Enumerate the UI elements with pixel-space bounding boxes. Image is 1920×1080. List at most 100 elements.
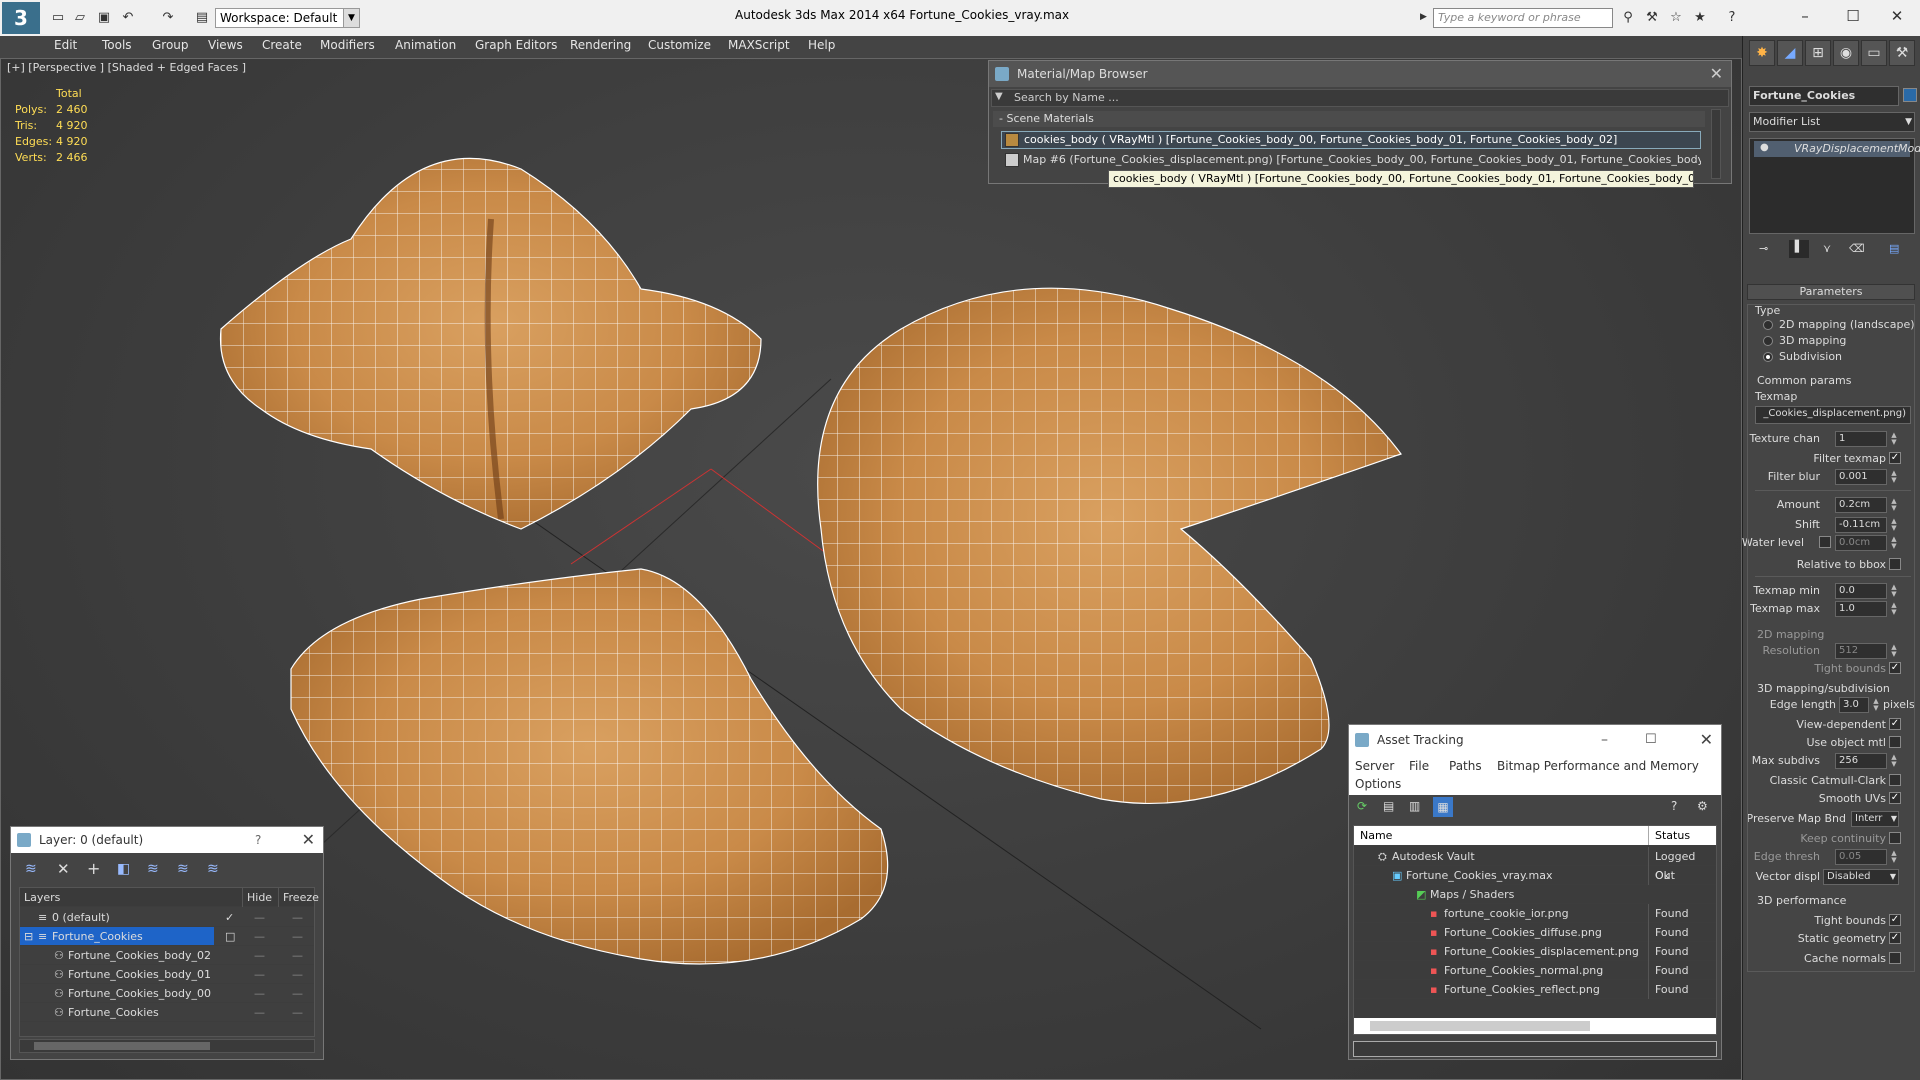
close-icon[interactable]: ✕ <box>1700 725 1713 755</box>
menu-rendering[interactable]: Rendering <box>570 38 631 52</box>
asset-name[interactable]: Fortune_Cookies_normal.png <box>1444 961 1603 980</box>
layer-name[interactable]: Fortune_Cookies_body_01 <box>68 965 211 984</box>
fortune-cookie-body-02[interactable] <box>219 157 762 530</box>
layer-name[interactable]: Fortune_Cookies_body_02 <box>68 946 211 965</box>
open-file-icon[interactable]: ▱ <box>72 10 88 26</box>
asset-row[interactable]: ▪ Fortune_Cookies_normal.png Found <box>1354 961 1716 980</box>
help-icon[interactable]: ? <box>1671 799 1677 813</box>
tree-view-icon[interactable]: ▥ <box>1409 799 1420 813</box>
texture-chan-input[interactable]: 1 <box>1835 431 1887 447</box>
display-tab-icon[interactable]: ▭ <box>1861 40 1887 66</box>
current-layer-check[interactable]: □ <box>225 927 235 946</box>
filter-blur-input[interactable]: 0.001 <box>1835 469 1887 485</box>
texmap-button[interactable]: _Cookies_displacement.png) <box>1755 406 1911 424</box>
freeze-toggle[interactable]: — <box>292 908 303 927</box>
close-icon[interactable]: ✕ <box>1710 61 1723 87</box>
layer-window-titlebar[interactable]: Layer: 0 (default) ? ✕ <box>11 827 323 853</box>
static-geometry-checkbox[interactable]: ✓ <box>1889 932 1901 944</box>
type-3d-radio[interactable] <box>1763 336 1773 346</box>
menu-help[interactable]: Help <box>808 38 835 52</box>
texmap-min-spinner[interactable]: ▲ ▼ <box>1889 584 1899 598</box>
layer-name[interactable]: Fortune_Cookies <box>52 927 143 946</box>
collapse-icon[interactable]: ⊟ <box>24 927 33 946</box>
parameters-rollout[interactable]: Parameters <box>1747 284 1915 300</box>
show-end-result-icon[interactable]: ▌ <box>1789 240 1809 258</box>
menu-bitmap-performance[interactable]: Bitmap Performance and Memory <box>1497 759 1699 773</box>
amount-spinner[interactable]: ▲ ▼ <box>1889 498 1899 512</box>
material-item-cookies-body[interactable]: cookies_body ( VRayMtl ) [Fortune_Cookie… <box>1001 131 1701 149</box>
menu-group[interactable]: Group <box>152 38 189 52</box>
material-browser-scrollbar[interactable] <box>1711 109 1721 179</box>
app-logo-icon[interactable]: 3 <box>2 2 40 34</box>
menu-file[interactable]: File <box>1409 759 1429 773</box>
asset-name[interactable]: fortune_cookie_ior.png <box>1444 904 1569 923</box>
expand-arrow-icon[interactable]: ▶ <box>1420 12 1427 22</box>
highlight-layer-icon[interactable]: ≋ <box>147 861 159 877</box>
freeze-all-icon[interactable]: ≋ <box>207 861 219 877</box>
water-level-input[interactable]: 0.0cm <box>1835 535 1887 551</box>
edge-thresh-spinner[interactable]: ▲ ▼ <box>1889 850 1899 864</box>
filter-texmap-checkbox[interactable]: ✓ <box>1889 452 1901 464</box>
layer-row[interactable]: ⚇ Fortune_Cookies_body_01 — — <box>20 965 314 984</box>
menu-modifiers[interactable]: Modifiers <box>320 38 375 52</box>
chevron-down-icon[interactable]: ▼ <box>1891 812 1897 826</box>
asset-name[interactable]: Fortune_Cookies_vray.max <box>1406 866 1552 885</box>
material-browser-titlebar[interactable]: Material/Map Browser ✕ <box>989 61 1731 87</box>
object-color-swatch[interactable] <box>1903 88 1917 102</box>
modifier-list-dropdown[interactable]: Modifier List ▼ <box>1749 112 1915 132</box>
texture-chan-spinner[interactable]: ▲ ▼ <box>1889 432 1899 446</box>
freeze-toggle[interactable]: — <box>292 965 303 984</box>
hide-toggle[interactable]: — <box>254 908 265 927</box>
freeze-toggle[interactable]: — <box>292 946 303 965</box>
search-input[interactable]: Type a keyword or phrase <box>1433 8 1613 28</box>
cache-normals-checkbox[interactable] <box>1889 952 1901 964</box>
edge-length-spinner[interactable]: ▲ ▼ <box>1871 698 1881 712</box>
binoculars-icon[interactable]: ⚲ <box>1620 10 1636 26</box>
max-subdivs-input[interactable]: 256 <box>1835 753 1887 769</box>
max-subdivs-spinner[interactable]: ▲ ▼ <box>1889 754 1899 768</box>
hide-toggle[interactable]: — <box>254 965 265 984</box>
edge-length-input[interactable]: 3.0 <box>1839 697 1869 713</box>
asset-path-field[interactable] <box>1353 1041 1717 1057</box>
asset-row[interactable]: ▪ Fortune_Cookies_displacement.png Found <box>1354 942 1716 961</box>
layer-row[interactable]: ⚇ Fortune_Cookies — — <box>20 1003 314 1022</box>
asset-tracking-titlebar[interactable]: Asset Tracking – ☐ ✕ <box>1349 725 1721 755</box>
filter-blur-spinner[interactable]: ▲ ▼ <box>1889 470 1899 484</box>
menu-create[interactable]: Create <box>262 38 302 52</box>
scene-materials-header[interactable]: - Scene Materials <box>993 111 1705 127</box>
save-file-icon[interactable]: ▣ <box>96 10 112 26</box>
motion-tab-icon[interactable]: ◉ <box>1833 40 1859 66</box>
shift-spinner[interactable]: ▲ ▼ <box>1889 518 1899 532</box>
modify-tab-icon[interactable]: ◢ <box>1777 40 1803 66</box>
layer-name[interactable]: 0 (default) <box>52 908 110 927</box>
minimize-icon[interactable]: – <box>1601 725 1608 755</box>
column-hide[interactable]: Hide <box>242 888 272 907</box>
hide-toggle[interactable]: — <box>254 984 265 1003</box>
preserve-map-dropdown[interactable]: Interr ▼ <box>1851 811 1899 827</box>
asset-name[interactable]: Fortune_Cookies_displacement.png <box>1444 942 1639 961</box>
freeze-toggle[interactable]: — <box>292 1003 303 1022</box>
tight-bounds-checkbox[interactable]: ✓ <box>1889 662 1901 674</box>
hierarchy-tab-icon[interactable]: ⊞ <box>1805 40 1831 66</box>
texmap-min-input[interactable]: 0.0 <box>1835 583 1887 599</box>
asset-row[interactable]: ▪ Fortune_Cookies_diffuse.png Found <box>1354 923 1716 942</box>
list-view-icon[interactable]: ▤ <box>1383 799 1394 813</box>
configure-sets-icon[interactable]: ▤ <box>1889 242 1899 255</box>
layer-row[interactable]: ≡ 0 (default) ✓ — — <box>20 908 314 927</box>
search-options-icon[interactable]: ▼ <box>995 91 1003 102</box>
add-to-layer-icon[interactable]: + <box>87 859 100 878</box>
minimize-icon[interactable]: – <box>1790 4 1820 28</box>
lightbulb-icon[interactable]: ● <box>1760 142 1769 153</box>
create-tab-icon[interactable]: ✸ <box>1749 40 1775 66</box>
edge-thresh-input[interactable]: 0.05 <box>1835 849 1887 865</box>
layer-name[interactable]: Fortune_Cookies_body_00 <box>68 984 211 1003</box>
remove-modifier-icon[interactable]: ⌫ <box>1849 242 1865 255</box>
menu-animation[interactable]: Animation <box>395 38 456 52</box>
chevron-down-icon[interactable]: ▼ <box>1890 870 1896 884</box>
asset-name[interactable]: Fortune_Cookies_reflect.png <box>1444 980 1600 999</box>
settings-icon[interactable]: ⚙ <box>1697 799 1708 813</box>
column-status[interactable]: Status <box>1648 826 1690 845</box>
fortune-cookie-body-00[interactable] <box>290 568 889 965</box>
utilities-tab-icon[interactable]: ⚒ <box>1889 40 1915 66</box>
shift-input[interactable]: -0.11cm <box>1835 517 1887 533</box>
